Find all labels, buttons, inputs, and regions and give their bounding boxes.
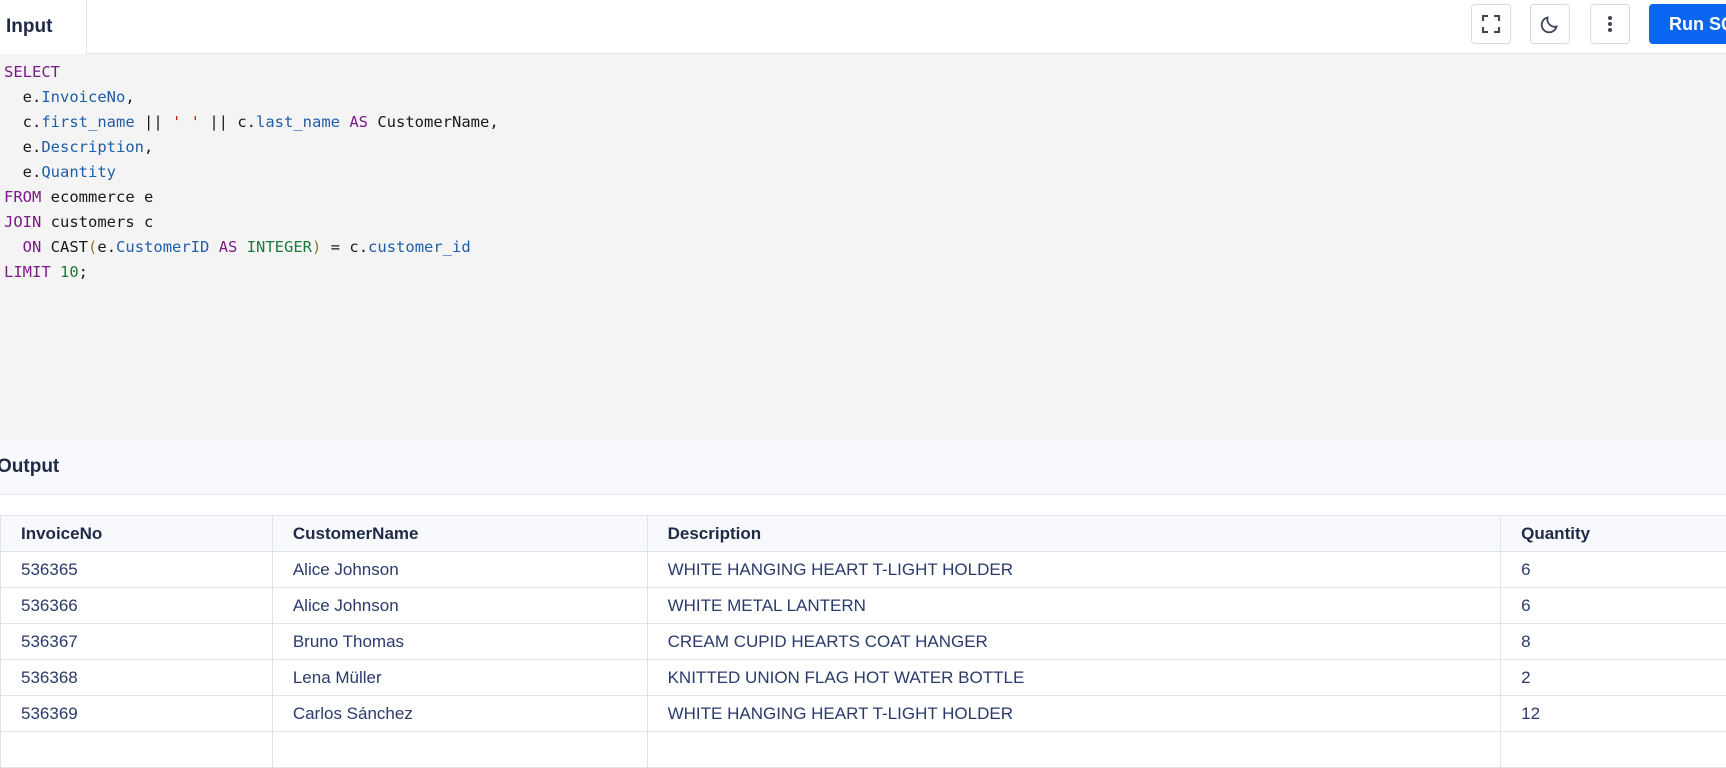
code-line: c.first_name || ' ' || c.last_name AS Cu… <box>0 110 1726 135</box>
table-alias: e. <box>97 238 116 256</box>
keyword: FROM <box>4 188 41 206</box>
more-options-button[interactable] <box>1590 4 1630 44</box>
cell-description: CREAM CUPID HEARTS COAT HANGER <box>647 624 1501 660</box>
operator: || <box>200 113 237 131</box>
function-name: CAST <box>41 238 88 256</box>
code-line: LIMIT 10; <box>0 260 1726 285</box>
table-ref: ecommerce e <box>41 188 153 206</box>
cell-invoiceno: 536369 <box>1 696 273 732</box>
cell-quantity: 6 <box>1501 588 1726 624</box>
keyword: JOIN <box>4 213 41 231</box>
tab-input[interactable]: Input <box>0 0 87 54</box>
column-ref: CustomerID <box>116 238 209 256</box>
output-panel: InvoiceNo CustomerName Description Quant… <box>0 495 1726 735</box>
column-header-customername[interactable]: CustomerName <box>272 516 647 552</box>
column-ref: Quantity <box>41 163 116 181</box>
cell-customername <box>272 732 647 768</box>
string-literal: ' ' <box>172 113 200 131</box>
number-literal: 10 <box>51 263 79 281</box>
paren: ) <box>312 238 321 256</box>
column-ref: last_name <box>256 113 340 131</box>
code-line: e.InvoiceNo, <box>0 85 1726 110</box>
punctuation: , <box>144 138 153 156</box>
paren: ( <box>88 238 97 256</box>
fullscreen-icon <box>1480 13 1502 35</box>
cell-customername: Carlos Sánchez <box>272 696 647 732</box>
table-row: 536365 Alice Johnson WHITE HANGING HEART… <box>1 552 1726 588</box>
punctuation: , <box>489 113 498 131</box>
type-name: INTEGER <box>247 238 312 256</box>
cell-quantity: 8 <box>1501 624 1726 660</box>
table-header-row: InvoiceNo CustomerName Description Quant… <box>1 516 1726 552</box>
table-row: 536369 Carlos Sánchez WHITE HANGING HEAR… <box>1 696 1726 732</box>
cell-invoiceno: 536366 <box>1 588 273 624</box>
output-title: Output <box>0 456 59 478</box>
keyword: SELECT <box>4 63 60 81</box>
results-table: InvoiceNo CustomerName Description Quant… <box>0 515 1726 768</box>
keyword: ON <box>23 238 42 256</box>
cell-customername: Lena Müller <box>272 660 647 696</box>
keyword: AS <box>209 238 246 256</box>
table-alias: e. <box>23 138 42 156</box>
more-vertical-icon <box>1599 13 1621 35</box>
cell-description: WHITE METAL LANTERN <box>647 588 1501 624</box>
cell-invoiceno: 536367 <box>1 624 273 660</box>
table-row: 536368 Lena Müller KNITTED UNION FLAG HO… <box>1 660 1726 696</box>
table-ref: customers c <box>41 213 153 231</box>
table-alias: c. <box>23 113 42 131</box>
theme-toggle-button[interactable] <box>1530 4 1570 44</box>
cell-quantity: 2 <box>1501 660 1726 696</box>
punctuation: , <box>125 88 134 106</box>
table-row <box>1 732 1726 768</box>
top-bar: Input Run SQL <box>0 0 1726 54</box>
cell-description: WHITE HANGING HEART T-LIGHT HOLDER <box>647 552 1501 588</box>
keyword: AS <box>340 113 377 131</box>
cell-customername: Alice Johnson <box>272 588 647 624</box>
cell-customername: Alice Johnson <box>272 552 647 588</box>
column-header-invoiceno[interactable]: InvoiceNo <box>1 516 273 552</box>
table-alias: c. <box>349 238 368 256</box>
table-row: 536366 Alice Johnson WHITE METAL LANTERN… <box>1 588 1726 624</box>
cell-invoiceno <box>1 732 273 768</box>
punctuation: ; <box>79 263 88 281</box>
code-line: e.Description, <box>0 135 1726 160</box>
table-row: 536367 Bruno Thomas CREAM CUPID HEARTS C… <box>1 624 1726 660</box>
cell-quantity: 6 <box>1501 552 1726 588</box>
output-header: Output <box>0 439 1726 495</box>
cell-customername: Bruno Thomas <box>272 624 647 660</box>
moon-icon <box>1539 13 1561 35</box>
run-sql-button[interactable]: Run SQL <box>1649 4 1726 44</box>
column-ref: InvoiceNo <box>41 88 125 106</box>
code-line: SELECT <box>0 60 1726 85</box>
table-alias: e. <box>23 88 42 106</box>
code-line: ON CAST(e.CustomerID AS INTEGER) = c.cus… <box>0 235 1726 260</box>
code-line: FROM ecommerce e <box>0 185 1726 210</box>
cell-description <box>647 732 1501 768</box>
keyword: LIMIT <box>4 263 51 281</box>
column-header-description[interactable]: Description <box>647 516 1501 552</box>
column-header-quantity[interactable]: Quantity <box>1501 516 1726 552</box>
table-alias: c. <box>237 113 256 131</box>
table-alias: e. <box>23 163 42 181</box>
fullscreen-button[interactable] <box>1471 4 1511 44</box>
cell-description: WHITE HANGING HEART T-LIGHT HOLDER <box>647 696 1501 732</box>
column-ref: Description <box>41 138 144 156</box>
cell-description: KNITTED UNION FLAG HOT WATER BOTTLE <box>647 660 1501 696</box>
sql-editor[interactable]: SELECT e.InvoiceNo, c.first_name || ' ' … <box>0 54 1726 439</box>
code-line: JOIN customers c <box>0 210 1726 235</box>
cell-invoiceno: 536365 <box>1 552 273 588</box>
operator: || <box>135 113 172 131</box>
cell-quantity: 12 <box>1501 696 1726 732</box>
column-alias: CustomerName <box>377 113 489 131</box>
cell-quantity <box>1501 732 1726 768</box>
column-ref: customer_id <box>368 238 471 256</box>
cell-invoiceno: 536368 <box>1 660 273 696</box>
column-ref: first_name <box>41 113 134 131</box>
code-line: e.Quantity <box>0 160 1726 185</box>
operator: = <box>321 238 349 256</box>
